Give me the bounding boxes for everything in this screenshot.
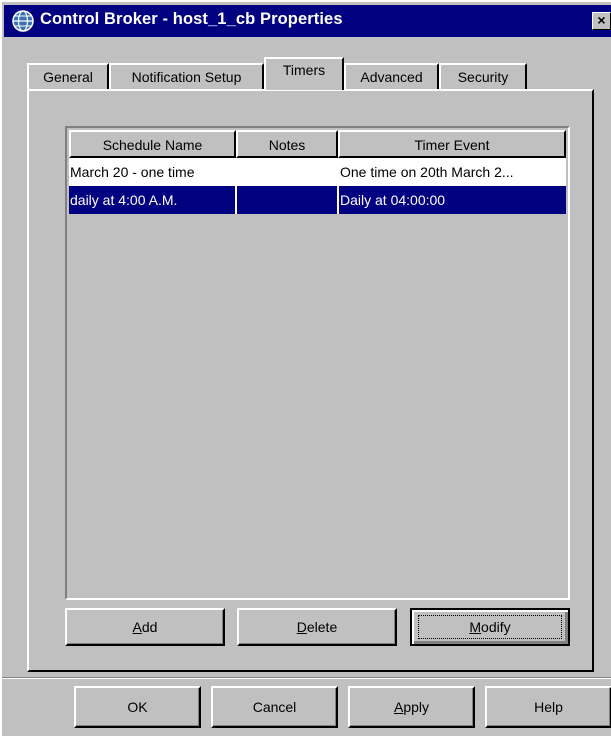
help-button[interactable]: Help	[485, 686, 611, 728]
notes-cell	[237, 158, 338, 186]
divider	[2, 677, 611, 679]
timer-event-cell: Daily at 04:00:00	[340, 192, 446, 208]
tab-advanced[interactable]: Advanced	[344, 63, 439, 90]
add-button-label: Add	[132, 619, 158, 635]
tab-general[interactable]: General	[27, 63, 109, 90]
timers-list[interactable]: Schedule Name Notes Timer Event March 20…	[65, 126, 570, 600]
globe-icon	[12, 10, 34, 32]
tab-timers[interactable]: Timers	[264, 57, 344, 90]
table-row-selected[interactable]: daily at 4:00 A.M. Daily at 04:00:00	[69, 186, 566, 214]
properties-dialog: Control Broker - host_1_cb Properties × …	[0, 0, 611, 736]
notes-cell	[237, 186, 338, 214]
apply-button[interactable]: Apply	[348, 686, 475, 728]
delete-button[interactable]: Delete	[237, 608, 397, 646]
schedule-name-cell: March 20 - one time	[70, 164, 195, 180]
column-header-schedule-name[interactable]: Schedule Name	[69, 130, 236, 158]
delete-button-label: Delete	[296, 619, 338, 635]
schedule-name-cell: daily at 4:00 A.M.	[70, 192, 178, 208]
ok-button[interactable]: OK	[74, 686, 201, 728]
close-button[interactable]: ×	[592, 12, 611, 30]
tab-security[interactable]: Security	[439, 63, 527, 90]
column-header-notes[interactable]: Notes	[236, 130, 338, 158]
column-header-timer-event[interactable]: Timer Event	[338, 130, 566, 158]
table-row[interactable]: March 20 - one time One time on 20th Mar…	[69, 158, 566, 186]
window-title: Control Broker - host_1_cb Properties	[40, 10, 343, 28]
cancel-button[interactable]: Cancel	[211, 686, 338, 728]
tab-notification-setup[interactable]: Notification Setup	[109, 63, 264, 90]
add-button[interactable]: Add	[65, 608, 225, 646]
title-bar[interactable]: Control Broker - host_1_cb Properties ×	[4, 5, 611, 37]
modify-button[interactable]: Modify	[410, 608, 570, 646]
modify-button-label: Modify	[469, 619, 511, 635]
timer-event-cell: One time on 20th March 2...	[340, 164, 514, 180]
apply-button-label: Apply	[393, 699, 430, 715]
